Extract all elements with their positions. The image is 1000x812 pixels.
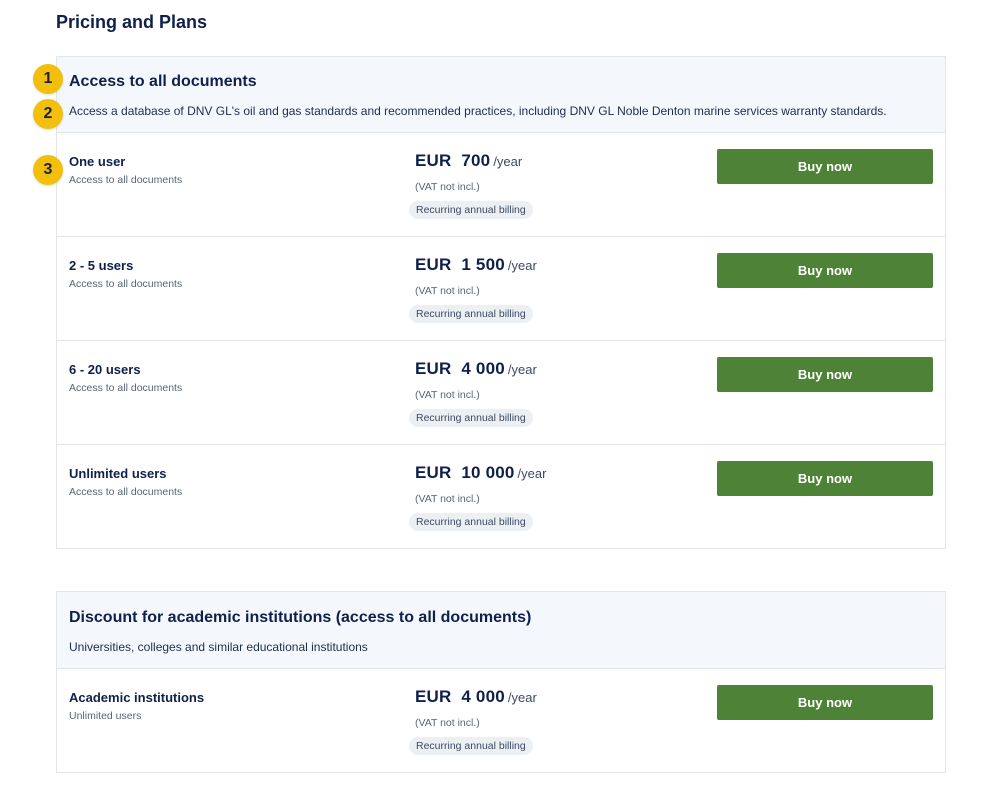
price-amount: EUR 4 000	[415, 359, 505, 378]
billing-badge: Recurring annual billing	[409, 737, 533, 755]
price-amount: EUR 4 000	[415, 687, 505, 706]
price-period: /year	[507, 258, 537, 273]
callout-marker-3: 3	[33, 155, 63, 185]
buy-now-button[interactable]: Buy now	[717, 461, 933, 496]
vat-note: (VAT not incl.)	[415, 717, 480, 729]
plan-price: EUR 10 000/year	[415, 463, 546, 483]
section-header: Discount for academic institutions (acce…	[57, 592, 945, 669]
price-period: /year	[507, 362, 537, 377]
billing-badge: Recurring annual billing	[409, 201, 533, 219]
plan-name: 2 - 5 users	[69, 258, 134, 273]
plan-subtitle: Unlimited users	[69, 710, 142, 722]
plan-name: 6 - 20 users	[69, 362, 141, 377]
plan-name: Unlimited users	[69, 466, 167, 481]
plan-price: EUR 4 000/year	[415, 359, 537, 379]
price-amount: EUR 700	[415, 151, 491, 170]
price-amount: EUR 10 000	[415, 463, 515, 482]
buy-now-button[interactable]: Buy now	[717, 357, 933, 392]
plan-subtitle: Access to all documents	[69, 382, 183, 394]
plan-row-unlimited-users: Unlimited users Access to all documents …	[57, 445, 945, 548]
plan-name: One user	[69, 154, 126, 169]
buy-now-button[interactable]: Buy now	[717, 149, 933, 184]
plan-subtitle: Access to all documents	[69, 278, 183, 290]
billing-badge: Recurring annual billing	[409, 409, 533, 427]
plan-row-6-20-users: 6 - 20 users Access to all documents EUR…	[57, 341, 945, 445]
pricing-section-academic: Discount for academic institutions (acce…	[56, 591, 946, 773]
plan-price: EUR 1 500/year	[415, 255, 537, 275]
plan-name: Academic institutions	[69, 690, 205, 705]
plan-row-2-5-users: 2 - 5 users Access to all documents EUR …	[57, 237, 945, 341]
callout-marker-1: 1	[33, 64, 63, 94]
section-header: Access to all documents Access a databas…	[57, 57, 945, 133]
section-description: Universities, colleges and similar educa…	[69, 640, 368, 654]
page-title: Pricing and Plans	[56, 12, 208, 32]
section-description: Access a database of DNV GL's oil and ga…	[69, 104, 887, 118]
vat-note: (VAT not incl.)	[415, 493, 480, 505]
price-period: /year	[517, 466, 547, 481]
billing-badge: Recurring annual billing	[409, 305, 533, 323]
vat-note: (VAT not incl.)	[415, 389, 480, 401]
billing-badge: Recurring annual billing	[409, 513, 533, 531]
plan-row-one-user: One user Access to all documents EUR 700…	[57, 133, 945, 237]
price-period: /year	[507, 690, 537, 705]
vat-note: (VAT not incl.)	[415, 181, 480, 193]
buy-now-button[interactable]: Buy now	[717, 253, 933, 288]
plan-row-academic-institutions: Academic institutions Unlimited users EU…	[57, 669, 945, 772]
plan-price: EUR 700/year	[415, 151, 522, 171]
price-period: /year	[493, 154, 523, 169]
buy-now-button[interactable]: Buy now	[717, 685, 933, 720]
section-title: Access to all documents	[69, 73, 257, 90]
callout-marker-2: 2	[33, 99, 63, 129]
pricing-section-all-documents: Access to all documents Access a databas…	[56, 56, 946, 549]
plan-price: EUR 4 000/year	[415, 687, 537, 707]
section-title: Discount for academic institutions (acce…	[69, 609, 532, 626]
plan-subtitle: Access to all documents	[69, 174, 183, 186]
price-amount: EUR 1 500	[415, 255, 505, 274]
plan-subtitle: Access to all documents	[69, 486, 183, 498]
vat-note: (VAT not incl.)	[415, 285, 480, 297]
